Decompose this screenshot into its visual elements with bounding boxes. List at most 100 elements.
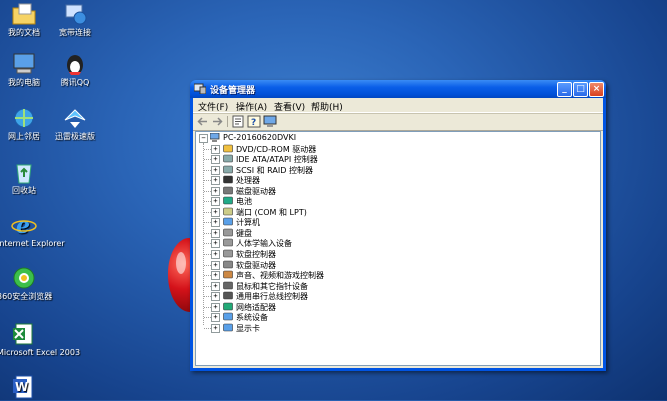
computer-icon [11,52,37,76]
cdrom-icon [223,144,233,153]
expand-icon[interactable]: + [211,165,220,175]
disk-drive-icon [223,186,233,195]
desktop-icon-qq[interactable]: 腾讯QQ [48,52,102,87]
tree-guide-line [204,275,211,277]
tree-node-label[interactable]: 通用串行总线控制器 [236,291,308,301]
expand-icon[interactable]: + [211,260,220,270]
expand-icon[interactable]: + [211,292,220,302]
tree-node-label[interactable]: 端口 (COM 和 LPT) [236,207,307,217]
tree-node-label[interactable]: 计算机 [236,217,260,227]
expand-icon[interactable]: + [211,144,220,154]
minimize-button[interactable]: _ [557,82,572,97]
tree-node-label[interactable]: 系统设备 [236,312,268,322]
desktop-icon-label: 迅雷极速版 [55,132,95,141]
tree-guide-line [204,254,211,255]
bird-icon [62,106,88,130]
tree-node-label[interactable]: IDE ATA/ATAPI 控制器 [236,154,318,164]
desktop-icon-my-documents[interactable]: 我的文档 [0,2,51,37]
penguin-icon [62,52,88,76]
tree-node-label[interactable]: 显示卡 [236,323,260,333]
forward-icon[interactable] [210,115,224,128]
back-icon[interactable] [196,115,210,128]
tree-guide-line [204,296,211,298]
tree-node-label[interactable]: SCSI 和 RAID 控制器 [236,165,313,175]
tree-node-label[interactable]: DVD/CD-ROM 驱动器 [236,144,316,154]
menu-view[interactable]: 查看(V) [274,100,305,113]
menu-action[interactable]: 操作(A) [236,100,267,113]
expand-icon[interactable]: + [211,281,220,291]
root-collapse-icon[interactable]: − [199,134,208,143]
network-adapter-icon [223,302,233,311]
title-bar[interactable]: 设备管理器 _ □ × [190,80,606,98]
tree-node-label[interactable]: 软盘驱动器 [236,260,276,270]
window-title: 设备管理器 [210,86,256,96]
tree-node-label[interactable]: 磁盘驱动器 [236,186,276,196]
tree-guide-line [204,222,211,224]
menu-file[interactable]: 文件(F) [198,100,228,113]
help-icon[interactable]: ? [247,115,261,128]
tree-guide-line [204,159,211,161]
port-icon [223,207,233,216]
tree-guide-line [204,232,211,234]
expand-icon[interactable]: + [211,250,220,259]
computer-icon [209,132,220,142]
expand-icon[interactable]: + [211,176,220,186]
desktop-icon-network[interactable]: 网上邻居 [0,106,51,141]
window-client: 文件(F) 操作(A) 查看(V) 帮助(H) ? − PC-20160620D… [193,98,603,368]
properties-icon[interactable] [231,115,245,128]
expand-icon[interactable]: + [211,197,220,207]
toolbar-separator [227,116,228,127]
expand-icon[interactable]: + [211,271,220,281]
expand-icon[interactable]: + [211,207,220,217]
expand-icon[interactable]: + [211,239,220,249]
close-button[interactable]: × [589,82,604,97]
desktop-icon-label: Internet Explorer [0,239,65,248]
desktop-icon-broadband[interactable]: 宽带连接 [48,2,102,37]
desktop-icon-ie[interactable]: e Internet Explorer [0,213,65,248]
menu-help[interactable]: 帮助(H) [311,100,343,113]
network-connection-icon [62,2,88,26]
tree-node-label[interactable]: 人体学输入设备 [236,238,292,248]
device-tree[interactable]: − PC-20160620DVKI + DVD/CD-ROM 驱动器 + IDE AT… [195,131,601,366]
tree-guide-line [204,264,211,266]
tree-guide-line [204,285,211,287]
desktop-icon-label: 我的文档 [8,28,40,37]
tree-node-label[interactable]: 处理器 [236,175,260,185]
internet-explorer-icon: e [11,213,37,239]
system-device-icon [223,312,233,321]
svg-text:W: W [15,380,28,394]
desktop-icon-my-computer[interactable]: 我的电脑 [0,52,51,87]
desktop-icon-excel[interactable]: Microsoft Excel 2003 [0,322,80,357]
360-browser-icon [11,266,37,290]
word-icon: W [11,375,37,399]
tree-guide-line [204,201,211,203]
tree-node-label[interactable]: 电池 [236,196,252,206]
tree-node-label[interactable]: 键盘 [236,228,252,238]
expand-icon[interactable]: + [211,313,220,323]
network-places-icon [11,106,37,130]
desktop-icon-xunlei[interactable]: 迅雷极速版 [48,106,102,141]
tree-root-label[interactable]: PC-20160620DVKI [223,133,296,143]
expand-icon[interactable]: + [211,302,220,312]
tree-node-label[interactable]: 软盘控制器 [236,249,276,259]
menu-bar: 文件(F) 操作(A) 查看(V) 帮助(H) [193,98,603,113]
computer-view-icon[interactable] [263,115,277,128]
maximize-button[interactable]: □ [573,82,588,97]
svg-text:e: e [16,213,30,237]
display-adapter-icon [223,323,233,332]
tree-node-label[interactable]: 鼠标和其它指针设备 [236,281,308,291]
expand-icon[interactable]: + [211,228,220,238]
desktop-icon-word[interactable]: W [0,375,51,401]
expand-icon[interactable]: + [211,323,220,333]
tree-node-label[interactable]: 网络适配器 [236,302,276,312]
desktop-icon-recycle-bin[interactable]: 回收站 [0,160,51,195]
tree-guide-line [204,306,211,308]
tree-node-label[interactable]: 声音、视频和游戏控制器 [236,270,324,280]
expand-icon[interactable]: + [211,155,220,165]
expand-icon[interactable]: + [211,186,220,196]
expand-icon[interactable]: + [211,218,220,228]
usb-icon [223,291,233,300]
wallpaper-apple-highlight [176,252,186,274]
desktop-icon-360-browser[interactable]: 360安全浏览器 [0,266,52,301]
device-manager-window: 设备管理器 _ □ × 文件(F) 操作(A) 查看(V) 帮助(H) ? − … [190,80,606,371]
